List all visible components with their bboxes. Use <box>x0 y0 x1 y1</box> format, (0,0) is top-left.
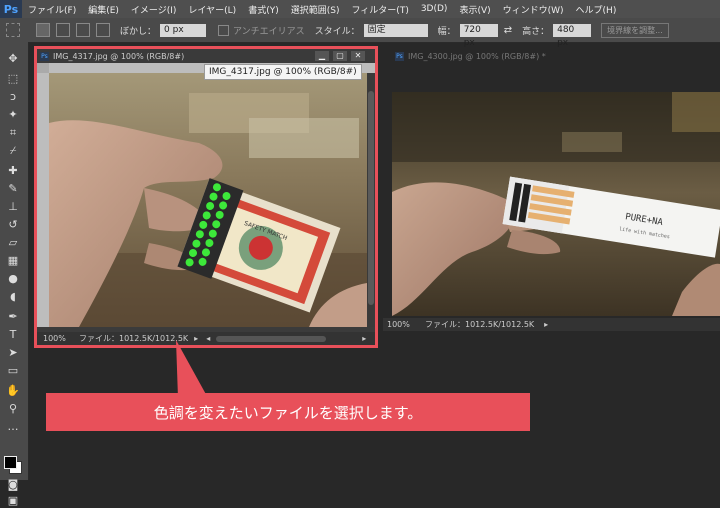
instruction-text: 色調を変えたいファイルを選択します。 <box>153 403 423 422</box>
instruction-callout: 色調を変えたいファイルを選択します。 <box>46 393 530 431</box>
quick-mask-icon[interactable]: ◙ <box>6 478 20 492</box>
screen-mode-icon[interactable]: ▣ <box>6 494 20 508</box>
